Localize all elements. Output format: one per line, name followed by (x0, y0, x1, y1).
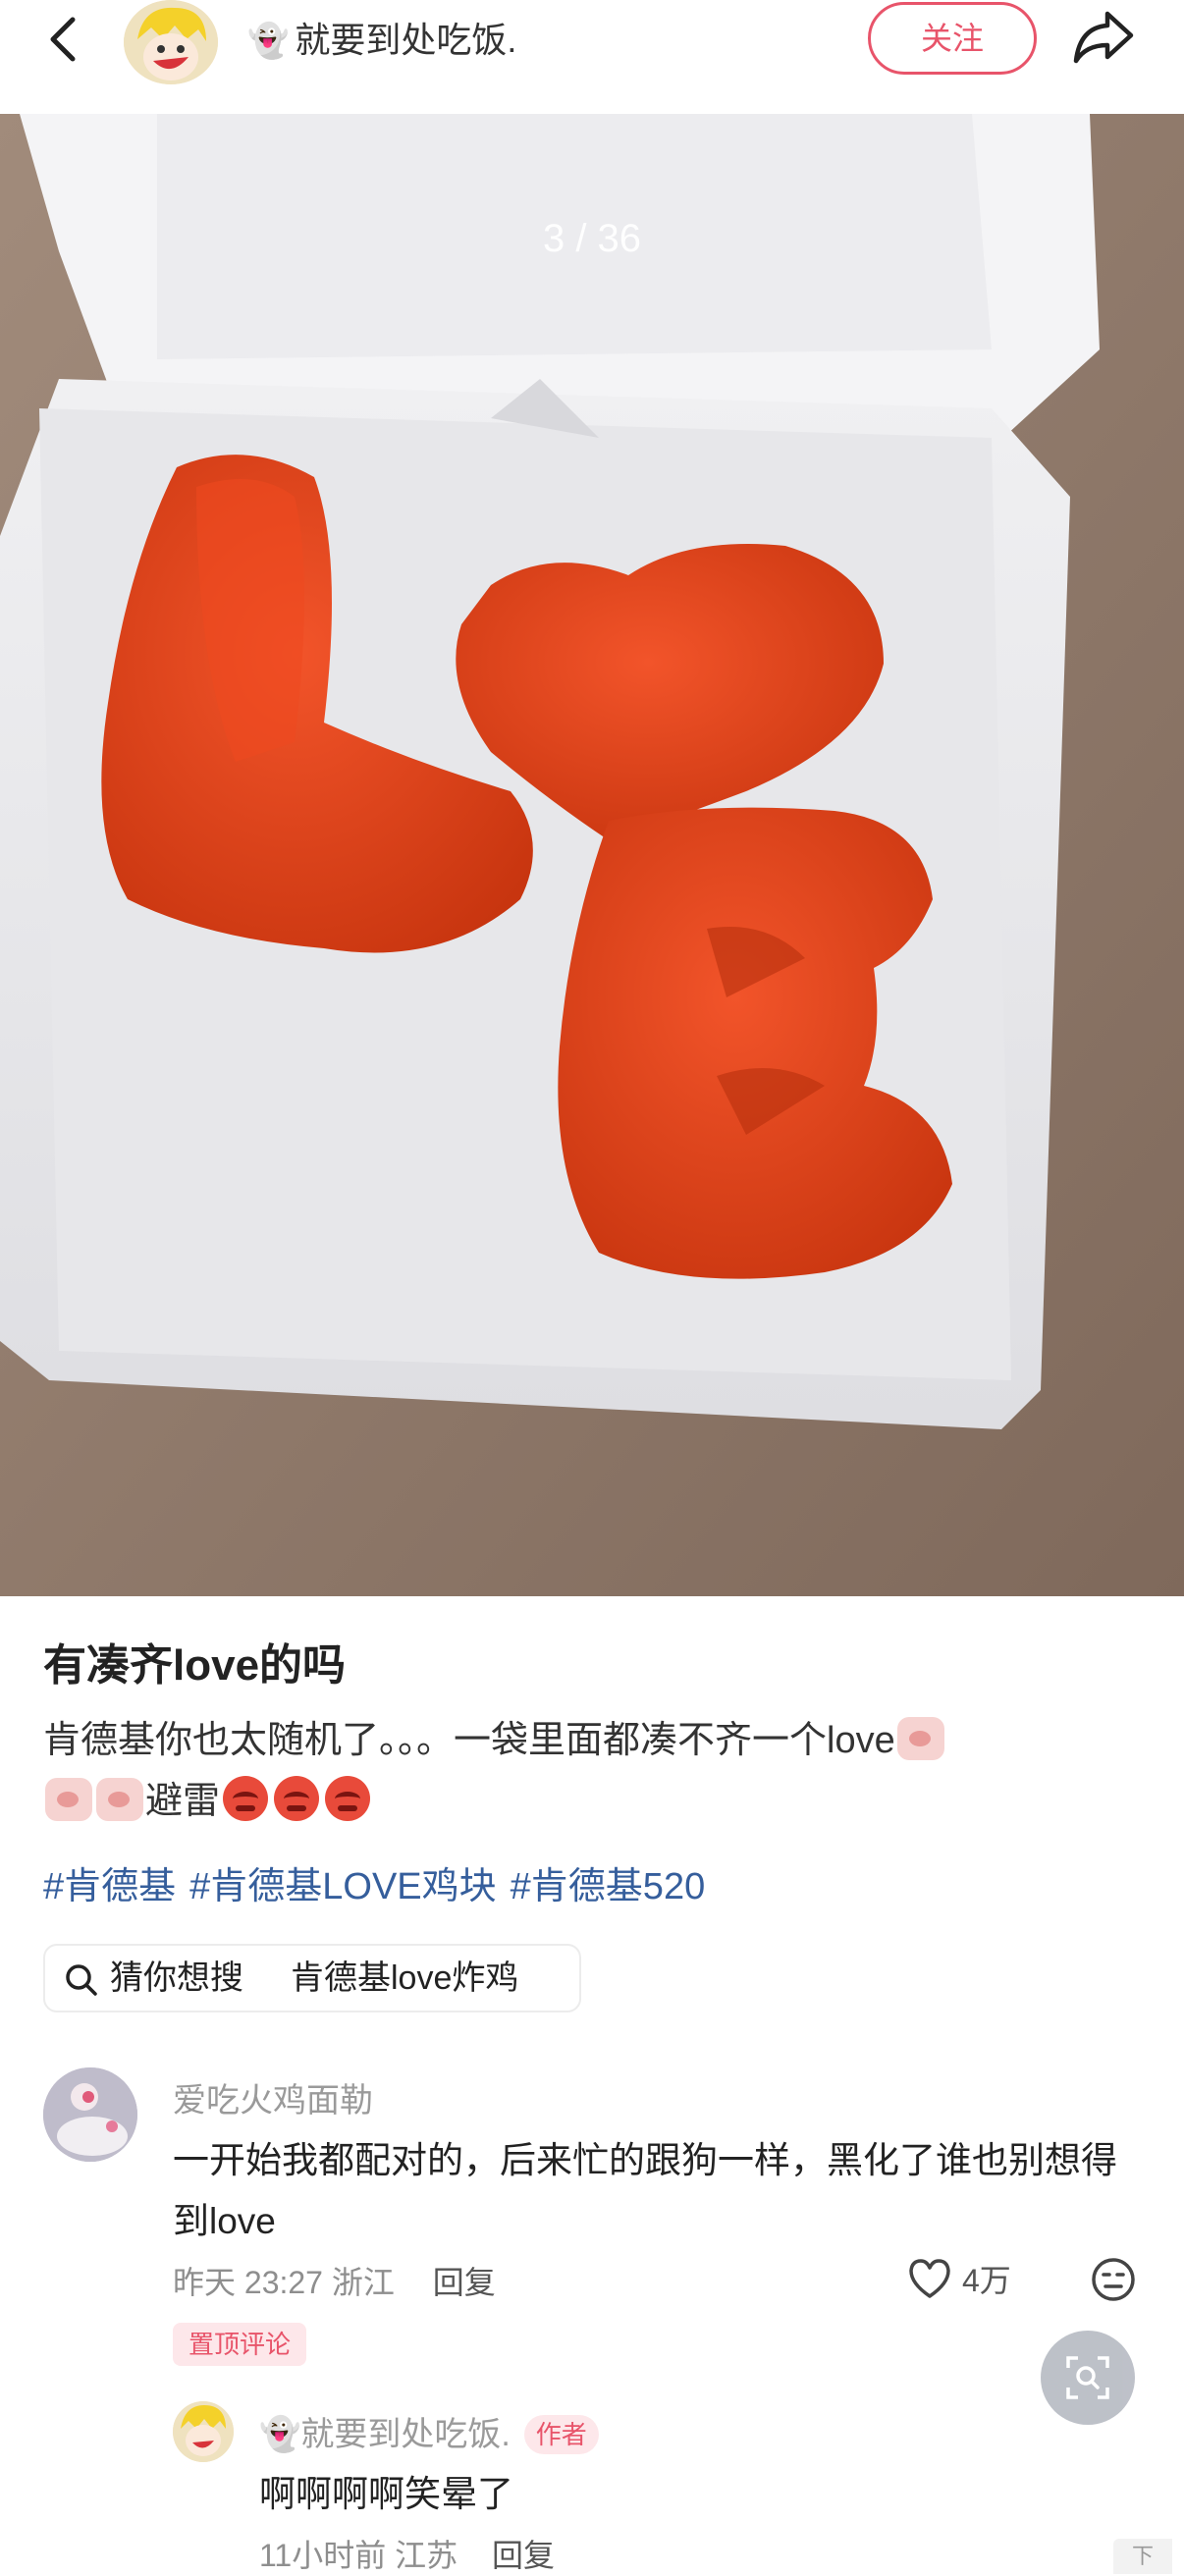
post-body-text-1: 肯德基你也太随机了。。。一袋里面都凑不齐一个love (43, 1720, 895, 1761)
post-photo[interactable]: 3 / 36 (0, 114, 1184, 1596)
reply-location: 江苏 (395, 2538, 458, 2573)
hashtag-link[interactable]: #肯德基 (43, 1866, 176, 1907)
author-name-text: 就要到处吃饭. (295, 20, 517, 60)
pinned-comment-badge: 置顶评论 (173, 2323, 307, 2366)
reply-username[interactable]: 👻就要到处吃饭. 作者 (259, 2407, 599, 2455)
hashtag-link[interactable]: #肯德基LOVE鸡块 (189, 1866, 497, 1907)
post-body: 肯德基你也太随机了。。。一袋里面都凑不齐一个love 避雷 (43, 1710, 1143, 1832)
comment-avatar[interactable] (43, 2067, 137, 2162)
dislike-face-icon[interactable] (1090, 2256, 1137, 2303)
pig-emoji-icon (45, 1778, 92, 1821)
reply-reply-button[interactable]: 回复 (492, 2538, 555, 2573)
reply-username-text: 就要到处吃饭. (300, 2416, 511, 2453)
page-indicator: 3 / 36 (543, 217, 641, 260)
angry-devil-emoji-icon (223, 1776, 269, 1821)
share-arrow-icon (1073, 11, 1134, 64)
ghost-emoji: 👻 (259, 2416, 301, 2453)
pig-emoji-icon (896, 1717, 944, 1760)
reply-text: 啊啊啊啊笑晕了 (259, 2474, 513, 2514)
share-button[interactable] (1070, 6, 1137, 69)
like-count: 4万 (962, 2263, 1011, 2298)
corner-label: 下 (1113, 2539, 1172, 2574)
reply-time: 11小时前 (259, 2538, 387, 2573)
author-name[interactable]: 👻 就要到处吃饭. (247, 16, 516, 65)
comment-username[interactable]: 爱吃火鸡面勒 (173, 2073, 373, 2121)
scan-search-icon (1066, 2356, 1109, 2399)
search-suggestion-query: 肯德基love炸鸡 (291, 1959, 519, 1997)
post-body-text-2: 避雷 (145, 1781, 221, 1822)
comment-meta: 昨天 23:27 浙江 回复 (173, 2258, 496, 2303)
back-button[interactable] (39, 12, 88, 67)
comment-location: 浙江 (331, 2265, 395, 2300)
search-suggestion-label: 猜你想搜 (110, 1959, 243, 1997)
ghost-emoji: 👻 (247, 23, 290, 60)
hashtag-list: #肯德基 #肯德基LOVE鸡块 #肯德基520 (43, 1855, 719, 1909)
chevron-left-icon (50, 17, 76, 62)
post-title: 有凑齐love的吗 (43, 1641, 347, 1690)
reply-meta: 11小时前 江苏 回复 (259, 2531, 555, 2576)
top-bar: 👻 就要到处吃饭. 关注 (0, 0, 1184, 114)
reply-avatar[interactable] (173, 2401, 234, 2462)
heart-outline-icon (909, 2259, 950, 2298)
comment-time: 昨天 23:27 (173, 2265, 323, 2300)
pig-emoji-icon (96, 1778, 143, 1821)
search-icon (66, 1964, 97, 1996)
author-tag: 作者 (523, 2415, 599, 2454)
comment-text: 一开始我都配对的，后来忙的跟狗一样，黑化了谁也别想得到love (173, 2140, 1117, 2241)
search-suggestion-chip[interactable]: 猜你想搜 肯德基love炸鸡 (43, 1944, 581, 2012)
chicken-nuggets-photo: 3 / 36 (0, 114, 1184, 1596)
comment-reply-button[interactable]: 回复 (433, 2265, 496, 2300)
angry-devil-emoji-icon (274, 1776, 320, 1821)
image-search-fab[interactable] (1041, 2331, 1135, 2425)
follow-button[interactable]: 关注 (868, 2, 1037, 75)
hashtag-link[interactable]: #肯德基520 (511, 1866, 706, 1907)
author-avatar[interactable] (124, 0, 218, 84)
angry-devil-emoji-icon (325, 1776, 371, 1821)
